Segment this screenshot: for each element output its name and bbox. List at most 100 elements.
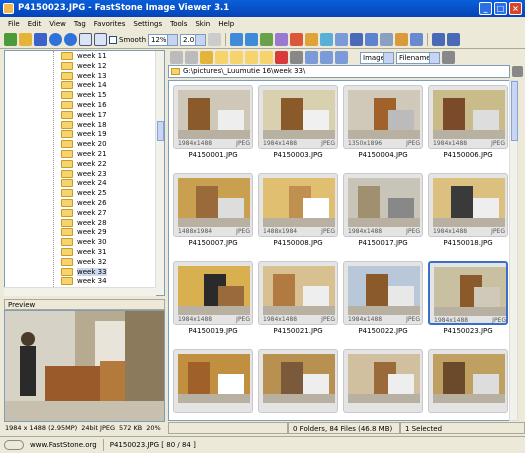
thumbnail-grid[interactable]: 1984x1488 JPEG P4150001.JPG 1984x1488 JPEG P4…	[168, 80, 517, 421]
back-icon[interactable]	[170, 51, 183, 64]
thumbnail-item[interactable]: 1984x1488 JPEG P4150021.JPG	[258, 261, 338, 337]
window-layout-icon[interactable]	[447, 33, 461, 46]
thumbnail-item[interactable]: 1984x1488 JPEG P4150022.JPG	[343, 261, 423, 337]
tree-folder-item[interactable]: week 26	[61, 198, 107, 208]
sort-select[interactable]: Filename	[396, 51, 440, 64]
thumbnail-item[interactable]: 1984x1488 JPEG P4150006.JPG	[428, 85, 508, 161]
tree-folder-item[interactable]: week 25	[61, 188, 107, 198]
resize-icon[interactable]	[275, 33, 289, 46]
tree-folder-item[interactable]: week 23	[61, 169, 107, 179]
thumbnail-item[interactable]	[428, 349, 508, 420]
tree-folder-item[interactable]: week 32	[61, 257, 107, 267]
filter-select[interactable]: Images	[360, 51, 394, 64]
close-button[interactable]: ×	[509, 2, 522, 15]
tree-folder-item[interactable]: week 12	[61, 61, 107, 71]
rotate-left-icon[interactable]	[230, 33, 244, 46]
menu-help[interactable]: Help	[214, 17, 238, 31]
layout-icon[interactable]	[432, 33, 446, 46]
tree-folder-item[interactable]: week 19	[61, 129, 107, 139]
thumbnail-item[interactable]: 1984x1488 JPEG P4150001.JPG	[173, 85, 253, 161]
thumbnail-item[interactable]: 1984x1488 JPEG P4150018.JPG	[428, 173, 508, 249]
tree-folder-item[interactable]: week 11	[61, 51, 107, 61]
menu-edit[interactable]: Edit	[24, 17, 46, 31]
sort-order-icon[interactable]	[442, 51, 455, 64]
tree-folder-item[interactable]: week 27	[61, 208, 107, 218]
view-mode-icon[interactable]	[335, 51, 348, 64]
smooth-checkbox[interactable]	[109, 35, 117, 44]
tree-folder-item[interactable]: week 22	[61, 159, 107, 169]
zoom-in-icon[interactable]	[79, 33, 92, 46]
fullscreen-icon[interactable]	[365, 33, 379, 46]
menu-view[interactable]: View	[45, 17, 70, 31]
menu-tag[interactable]: Tag	[70, 17, 90, 31]
folder-tree[interactable]: week 11 week 12 week 13 week 14 week 15 week …	[4, 50, 165, 296]
forward-icon[interactable]	[185, 51, 198, 64]
previous-icon[interactable]	[49, 33, 62, 46]
tree-scrollbar[interactable]	[155, 51, 164, 295]
thumbnail-item[interactable]	[258, 349, 338, 420]
maximize-button[interactable]: □	[494, 2, 507, 15]
thumbnail-item[interactable]: 1984x1488 JPEG P4150023.JPG	[428, 261, 508, 337]
brush-icon[interactable]	[512, 66, 523, 77]
thumbnail-item[interactable]: 1488x1984 JPEG P4150007.JPG	[173, 173, 253, 249]
copy-to-icon[interactable]	[245, 51, 258, 64]
tree-folder-item[interactable]: week 13	[61, 71, 107, 81]
minimize-button[interactable]: _	[479, 2, 492, 15]
grid-scrollbar[interactable]	[509, 80, 518, 421]
effects-icon[interactable]	[320, 33, 334, 46]
tree-folder-item[interactable]: week 20	[61, 139, 107, 149]
star-icon[interactable]	[200, 51, 213, 64]
path-field[interactable]: G:\pictures\_Luumutie 16\week 33\	[168, 65, 510, 78]
thumbnail-item[interactable]: 1984x1488 JPEG P4150017.JPG	[343, 173, 423, 249]
save-icon[interactable]	[34, 33, 47, 46]
open-icon[interactable]	[4, 33, 17, 46]
tree-folder-item[interactable]: week 33	[61, 267, 107, 277]
red-eye-icon[interactable]	[290, 33, 304, 46]
tree-folder-item[interactable]: week 18	[61, 120, 107, 130]
folder-icon[interactable]	[19, 33, 32, 46]
rotate-right-icon[interactable]	[245, 33, 259, 46]
thumbnail-item[interactable]	[343, 349, 423, 420]
thumbnail-item[interactable]: 1984x1488 JPEG P4150003.JPG	[258, 85, 338, 161]
menu-tools[interactable]: Tools	[166, 17, 191, 31]
tree-folder-item[interactable]: week 34	[61, 276, 107, 286]
menu-skin[interactable]: Skin	[191, 17, 214, 31]
tree-folder-item[interactable]: week 30	[61, 237, 107, 247]
zoom-select[interactable]: 12%	[148, 33, 179, 46]
thumbnails-icon[interactable]	[305, 51, 318, 64]
thumbnail-item[interactable]: 1350x1896 JPEG P4150004.JPG	[343, 85, 423, 161]
new-folder-icon[interactable]	[230, 51, 243, 64]
tree-hscrollbar[interactable]	[4, 287, 156, 296]
tree-folder-item[interactable]: week 24	[61, 178, 107, 188]
details-icon[interactable]	[290, 51, 303, 64]
thumbnail-item[interactable]: 1488x1984 JPEG P4150008.JPG	[258, 173, 338, 249]
crop-icon[interactable]	[260, 33, 274, 46]
menu-file[interactable]: File	[4, 17, 24, 31]
tree-folder-item[interactable]: week 31	[61, 247, 107, 257]
email-icon[interactable]	[380, 33, 394, 46]
tree-folder-item[interactable]: week 16	[61, 100, 107, 110]
next-icon[interactable]	[64, 33, 77, 46]
menu-settings[interactable]: Settings	[129, 17, 166, 31]
move-to-icon[interactable]	[260, 51, 273, 64]
tree-folder-item[interactable]: week 17	[61, 110, 107, 120]
website-link[interactable]: www.FastStone.org	[30, 441, 97, 449]
thumbnail-item[interactable]	[173, 349, 253, 420]
menu-favorites[interactable]: Favorites	[90, 17, 130, 31]
hand-icon[interactable]	[208, 33, 222, 46]
tree-folder-item[interactable]: week 21	[61, 149, 107, 159]
thumbnail-item[interactable]: 1984x1488 JPEG P4150019.JPG	[173, 261, 253, 337]
scan-icon[interactable]	[410, 33, 424, 46]
tree-folder-item[interactable]: week 29	[61, 227, 107, 237]
zoom-out-icon[interactable]	[94, 33, 107, 46]
tree-folder-item[interactable]: week 28	[61, 218, 107, 228]
list-icon[interactable]	[320, 51, 333, 64]
color-icon[interactable]	[305, 33, 319, 46]
slideshow-icon[interactable]	[350, 33, 364, 46]
ratio-select[interactable]: 2.0	[180, 33, 207, 46]
folder-up-icon[interactable]	[215, 51, 228, 64]
tree-folder-item[interactable]: week 14	[61, 80, 107, 90]
tree-folder-item[interactable]: week 15	[61, 90, 107, 100]
compare-icon[interactable]	[335, 33, 349, 46]
print-icon[interactable]	[395, 33, 409, 46]
